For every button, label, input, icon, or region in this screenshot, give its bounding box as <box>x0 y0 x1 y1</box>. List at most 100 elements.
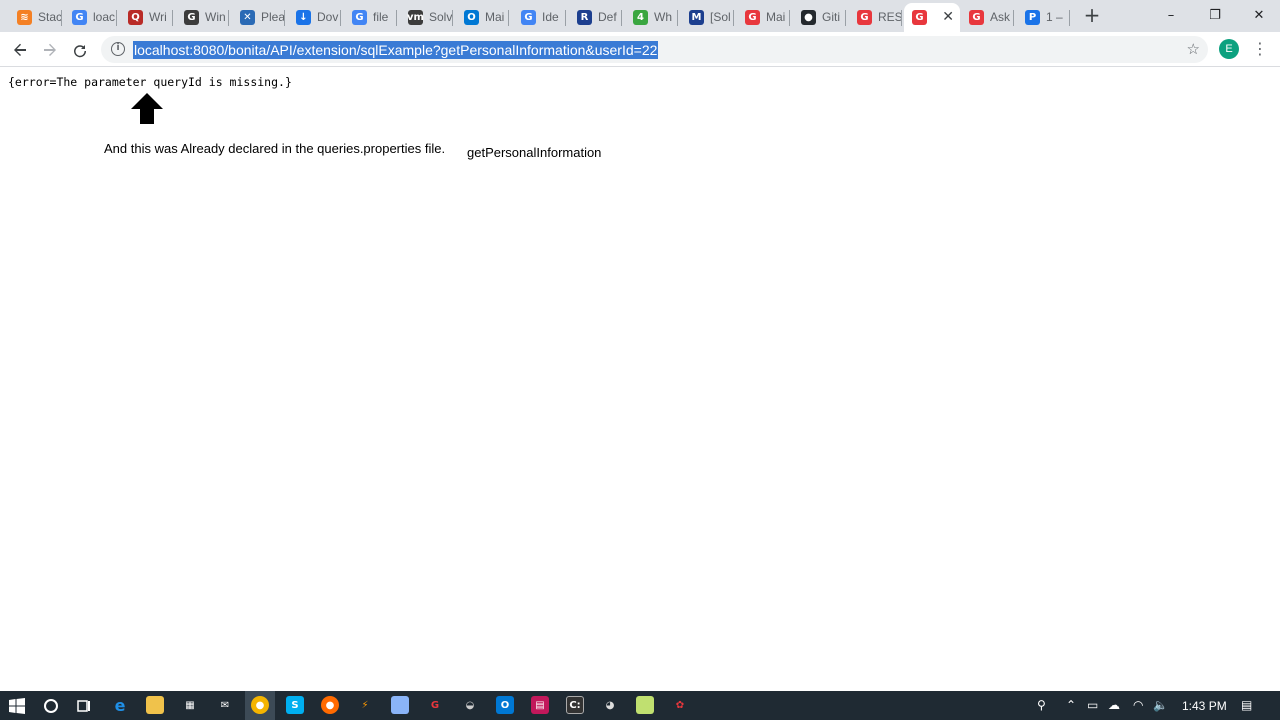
tab-strip: ≋ Stac Gloac Q Wri G Win ✕ Plea ↓ Dov Gfile vm Solv O M… <box>0 0 1280 32</box>
notepadpp-icon[interactable] <box>636 696 654 714</box>
browser-tab[interactable]: 4 Wh <box>625 4 678 30</box>
browser-tab[interactable]: G Win <box>176 4 229 30</box>
postman-icon[interactable]: ⚡ <box>356 696 374 714</box>
browser-tab[interactable]: Gloac <box>64 4 117 30</box>
minimize-button[interactable]: – <box>1148 0 1194 30</box>
browser-tab[interactable]: ✕ Plea <box>232 4 285 30</box>
volume-icon[interactable]: 🔈 <box>1153 698 1168 712</box>
tab-label: Stac <box>38 10 62 24</box>
annotation-note: And this was Already declared in the que… <box>104 141 446 156</box>
browser-tab[interactable]: ≋ Stac <box>9 4 62 30</box>
tab-label: Ide <box>542 10 559 24</box>
page-content: {error=The parameter queryId is missing.… <box>0 68 1280 691</box>
skype-icon[interactable]: S <box>286 696 304 714</box>
app-icon[interactable]: ✿ <box>671 696 689 714</box>
outlook-icon[interactable]: O <box>496 696 514 714</box>
tab-separator <box>452 10 453 26</box>
tab-label: 1 – <box>1046 10 1063 24</box>
browser-tab[interactable]: M [Sol <box>681 4 734 30</box>
tab-separator <box>565 10 566 26</box>
stackoverflow-icon: ≋ <box>17 9 32 25</box>
search-circle-icon[interactable] <box>43 698 59 714</box>
address-bar[interactable]: i localhost:8080/bonita/API/extension/sq… <box>101 36 1208 63</box>
bonita-icon[interactable]: G <box>426 696 444 714</box>
browser-menu-icon[interactable]: ⋮ <box>1252 39 1268 59</box>
edge-icon[interactable]: e <box>111 696 129 715</box>
browser-tab[interactable]: P 1 – <box>1017 4 1070 30</box>
new-tab-button[interactable]: + <box>1082 5 1102 25</box>
browser-tab[interactable]: R Def <box>569 4 622 30</box>
google-icon: G <box>521 9 536 25</box>
green-circle-icon: 4 <box>633 9 648 25</box>
mail-icon[interactable]: ✉ <box>216 696 234 714</box>
vm-icon: vm <box>407 9 424 25</box>
windows-taskbar: e ▦ ✉ ● S ● ⚡ G ◒ O ▤ C: ◕ ✿ ⚲ ⌃ ▭ ☁ ◠ 🔈… <box>0 691 1280 720</box>
quora-icon: Q <box>128 9 143 25</box>
tab-separator <box>340 10 341 26</box>
wifi-icon[interactable]: ◠ <box>1133 698 1143 712</box>
tab-separator <box>228 10 229 26</box>
browser-tab[interactable]: Q Wri <box>120 4 173 30</box>
browser-tab[interactable]: ● Giti <box>793 4 846 30</box>
browser-tab[interactable]: O Mai <box>456 4 509 30</box>
people-icon[interactable]: ⚲ <box>1037 698 1046 712</box>
browser-tab[interactable]: G ✕ <box>904 3 960 32</box>
taskbar-clock[interactable]: 1:43 PM <box>1182 699 1227 713</box>
browser-tab[interactable]: G Mai <box>737 4 790 30</box>
task-view-icon[interactable] <box>76 698 92 714</box>
query-name-label: getPersonalInformation <box>467 145 602 160</box>
tab-separator <box>61 10 62 26</box>
reload-button[interactable] <box>68 38 92 62</box>
tab-separator <box>172 10 173 26</box>
tab-separator <box>621 10 622 26</box>
notifications-icon[interactable]: ▤ <box>1241 698 1252 712</box>
profile-avatar[interactable]: E <box>1219 39 1239 59</box>
tab-separator <box>1069 10 1070 26</box>
winrar-icon[interactable]: ▤ <box>531 696 549 714</box>
github-icon: ● <box>801 9 816 25</box>
tab-separator <box>733 10 734 26</box>
chrome-icon[interactable]: ● <box>251 696 269 714</box>
onedrive-icon[interactable]: ☁ <box>1108 698 1120 712</box>
browser-tab[interactable]: G RES <box>849 4 902 30</box>
file-explorer-icon[interactable] <box>146 696 164 714</box>
forward-button[interactable] <box>38 38 62 62</box>
tab-label: Wh <box>654 10 672 24</box>
back-button[interactable] <box>8 38 32 62</box>
tab-separator <box>789 10 790 26</box>
notepad-icon[interactable] <box>391 696 409 714</box>
tab-label: Plea <box>261 10 285 24</box>
tab-separator <box>901 10 902 26</box>
tab-separator <box>677 10 678 26</box>
download-icon: ↓ <box>296 9 311 25</box>
grammarly-icon: G <box>184 9 199 25</box>
close-tab-icon[interactable]: ✕ <box>942 9 954 25</box>
google-icon: G <box>72 9 87 25</box>
tray-chevron-icon[interactable]: ⌃ <box>1066 698 1076 712</box>
store-icon[interactable]: ▦ <box>181 696 199 714</box>
windows-start-icon[interactable] <box>9 698 25 714</box>
dbeaver-icon[interactable]: ◕ <box>601 696 619 714</box>
bookmark-star-icon[interactable]: ☆ <box>1187 40 1200 58</box>
restore-button[interactable]: ❐ <box>1192 0 1238 30</box>
browser-tab[interactable]: Gfile <box>344 4 397 30</box>
url-text[interactable]: localhost:8080/bonita/API/extension/sqlE… <box>133 41 659 59</box>
eclipse-icon[interactable]: ◒ <box>461 696 479 714</box>
battery-icon[interactable]: ▭ <box>1087 698 1098 712</box>
browser-tab[interactable]: vm Solv <box>400 4 453 30</box>
cmd-icon[interactable]: C: <box>566 696 584 714</box>
close-window-button[interactable]: ✕ <box>1236 0 1280 30</box>
outlook-icon: O <box>464 9 479 25</box>
browser-tab[interactable]: G Ide <box>513 4 566 30</box>
tab-separator <box>508 10 509 26</box>
bookmark-icon: R <box>577 9 592 25</box>
firefox-icon[interactable]: ● <box>321 696 339 714</box>
tab-label: Giti <box>822 10 840 24</box>
tab-label: Dov <box>317 10 339 24</box>
blue-square-icon: P <box>1025 9 1040 25</box>
tab-label: Solv <box>429 10 453 24</box>
browser-tab[interactable]: ↓ Dov <box>288 4 341 30</box>
tab-label: Win <box>205 10 226 24</box>
browser-tab[interactable]: G Ask <box>961 4 1014 30</box>
site-info-icon[interactable]: i <box>111 42 125 56</box>
